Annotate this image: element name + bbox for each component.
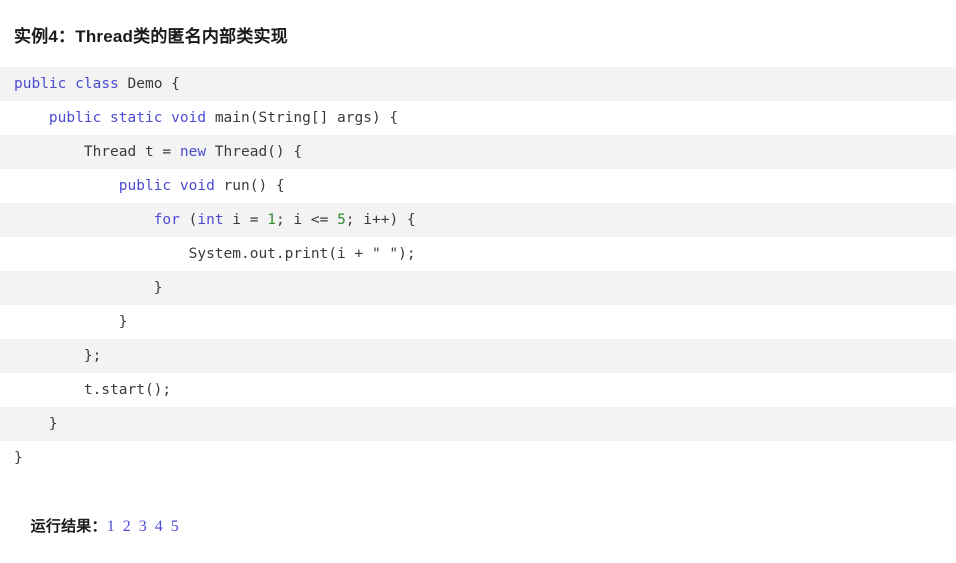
code-token-plain: System.out.print(i + <box>188 246 372 263</box>
code-line: } <box>0 305 956 340</box>
code-line: public static void main(String[] args) { <box>0 101 956 136</box>
code-token-kw: for <box>153 212 180 229</box>
code-token-plain: ); <box>398 246 416 263</box>
code-line: Thread t = new Thread() { <box>0 135 956 170</box>
code-token-kw: new <box>179 144 207 161</box>
code-token-num: 5 <box>337 212 346 229</box>
code-token-kw: public <box>14 76 67 93</box>
code-token-kw: static <box>110 110 163 127</box>
code-token-plain: } <box>118 314 128 331</box>
article-page: 实例4：Thread类的匿名内部类实现 public class Demo { … <box>0 11 956 551</box>
code-line: System.out.print(i + " "); <box>0 237 956 272</box>
code-token-plain: run() { <box>214 178 285 195</box>
code-token-num: 1 <box>267 212 276 229</box>
code-line: } <box>0 441 956 476</box>
code-token-kw: public <box>118 178 172 195</box>
run-result-label: 运行结果： <box>30 518 107 536</box>
code-token-plain: ; i++) { <box>345 212 416 229</box>
code-token-plain: ( <box>179 212 198 229</box>
code-token-plain: } <box>153 280 163 297</box>
code-line: for (int i = 1; i <= 5; i++) { <box>0 203 956 238</box>
code-token-kw: public <box>48 110 102 127</box>
code-line: }; <box>0 339 956 374</box>
code-token-plain: Thread t = <box>83 144 180 161</box>
run-result-value: 1 2 3 4 5 <box>106 518 181 536</box>
code-line: t.start(); <box>0 373 956 408</box>
code-token-kw: void <box>179 178 215 195</box>
code-block: public class Demo { public static void m… <box>0 67 956 476</box>
run-result: 运行结果：1 2 3 4 5 <box>0 475 956 563</box>
code-token-plain: } <box>48 416 58 433</box>
code-token-plain: main(String[] args) { <box>206 110 399 127</box>
code-token-plain: i = <box>223 212 268 229</box>
code-line: public void run() { <box>0 169 956 204</box>
code-line: public class Demo { <box>0 67 956 102</box>
code-token-kw: int <box>197 212 224 229</box>
code-token-kw: void <box>171 110 207 127</box>
code-line: } <box>0 407 956 442</box>
code-token-plain: } <box>14 450 23 467</box>
code-token-plain: }; <box>83 348 102 365</box>
code-line: } <box>0 271 956 306</box>
code-token-plain: ; i <= <box>275 212 338 229</box>
page-title: 实例4：Thread类的匿名内部类实现 <box>14 27 288 47</box>
code-token-str: " " <box>371 246 399 263</box>
code-token-kw: class <box>75 76 119 93</box>
code-token-plain: Demo { <box>118 76 180 93</box>
code-token-plain: t.start(); <box>83 382 172 399</box>
code-token-plain: Thread() { <box>206 144 303 161</box>
